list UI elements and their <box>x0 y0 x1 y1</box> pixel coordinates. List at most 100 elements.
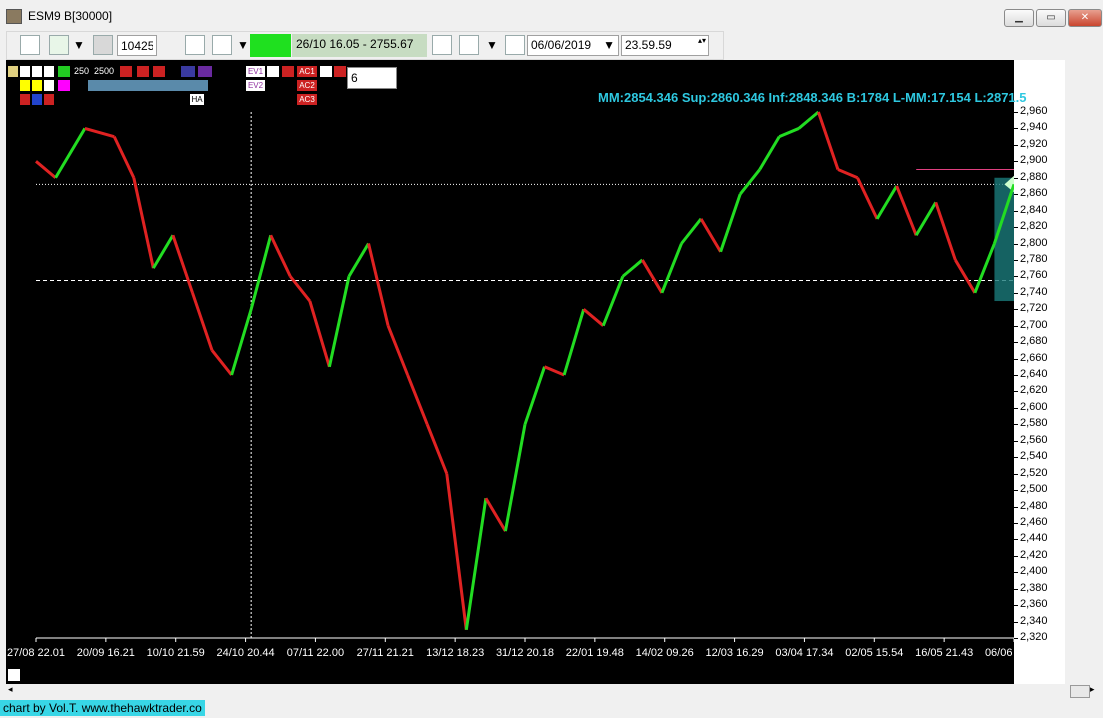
price-segment <box>837 168 859 180</box>
ev-toggle[interactable] <box>267 66 279 77</box>
price-tick-mark <box>1014 259 1018 261</box>
ev2-button[interactable]: EV2 <box>246 80 265 91</box>
price-tick-mark <box>1014 522 1018 524</box>
ac2-button[interactable]: AC2 <box>297 80 317 91</box>
price-tick-label: 2,780 <box>1020 252 1048 265</box>
app-window: ESM9 B[30000] ▁ ▭ ✕ ▼ ▼ 26/10 16.05 - 27… <box>0 0 1103 718</box>
price-info: 26/10 16.05 - 2755.67 <box>292 34 427 57</box>
scroll-thumb[interactable] <box>1070 685 1090 698</box>
price-segment <box>523 366 546 425</box>
price-tick-mark <box>1014 407 1018 409</box>
ac-close-icon[interactable] <box>334 66 346 77</box>
close-button[interactable]: ✕ <box>1068 9 1102 27</box>
price-segment <box>719 193 742 253</box>
color-swatch[interactable] <box>32 80 42 91</box>
price-tick-label: 2,540 <box>1020 450 1048 463</box>
maximize-button[interactable]: ▭ <box>1036 9 1066 27</box>
settings-gear-icon[interactable] <box>212 35 232 55</box>
tool-icon[interactable] <box>8 66 18 77</box>
indicator-icon[interactable] <box>185 35 205 55</box>
chart-type-icon[interactable] <box>49 35 69 55</box>
x-tick-label: 16/05 21.43 <box>915 647 973 659</box>
vsi-icon[interactable] <box>181 66 195 77</box>
price-tick-mark <box>1014 276 1018 278</box>
minimize-button[interactable]: ▁ <box>1004 9 1034 27</box>
price-tick-mark <box>1014 227 1018 229</box>
ac-toggle[interactable] <box>320 66 332 77</box>
draw-line-icon[interactable] <box>32 66 42 77</box>
price-tick-label: 2,460 <box>1020 515 1048 528</box>
play-icon[interactable] <box>505 35 525 55</box>
x-tick-label: 07/11 22.00 <box>287 647 344 659</box>
chevron-down-icon[interactable]: ▼ <box>73 38 85 59</box>
chevron-down-icon[interactable]: ▼ <box>237 38 249 59</box>
lock-icon[interactable] <box>8 669 20 681</box>
price-segment <box>386 325 410 376</box>
price-tick-mark <box>1014 161 1018 163</box>
status-indicator <box>250 34 291 57</box>
color-swatch[interactable] <box>44 80 54 91</box>
em-icon[interactable] <box>20 94 30 105</box>
bc-icon[interactable] <box>120 66 132 77</box>
scroll-left-icon[interactable]: ◂ <box>8 684 13 695</box>
price-chart[interactable]: 27/08 22.01 20/09 16.21 10/10 21.59 24/10 2… <box>6 60 1065 684</box>
ev-close-icon[interactable] <box>282 66 294 77</box>
color-swatch[interactable] <box>58 80 70 91</box>
all-icon[interactable] <box>198 66 212 77</box>
ac3-button[interactable]: AC3 <box>297 94 317 105</box>
period-input[interactable] <box>347 67 397 89</box>
price-tick-label: 2,680 <box>1020 335 1048 348</box>
indicator-toolbar[interactable] <box>88 80 208 91</box>
color-swatch[interactable] <box>32 94 42 105</box>
price-tick-label: 2,960 <box>1020 105 1048 117</box>
rs-icon[interactable] <box>137 66 149 77</box>
price-tick-mark <box>1014 128 1018 130</box>
draw-line-icon[interactable] <box>44 66 54 77</box>
style-icon[interactable] <box>459 35 479 55</box>
x-tick-label: 24/10 20.44 <box>217 647 275 659</box>
save-disk-icon[interactable] <box>20 35 40 55</box>
price-tick-mark <box>1014 194 1018 196</box>
horizontal-scrollbar[interactable]: ◂ ▸ <box>6 684 1097 698</box>
ev1-button[interactable]: EV1 <box>246 66 265 77</box>
price-tick-label: 2,880 <box>1020 170 1048 183</box>
x-tick-label: 20/09 16.21 <box>77 647 135 659</box>
price-tick-mark <box>1014 506 1018 508</box>
price-tick-label: 2,900 <box>1020 154 1048 167</box>
price-tick-label: 2,700 <box>1020 318 1048 331</box>
price-tick-mark <box>1014 621 1018 623</box>
price-segment <box>347 242 370 278</box>
ac1-button[interactable]: AC1 <box>297 66 317 77</box>
time-input[interactable]: 23.59.59 ▴▾ <box>621 35 709 56</box>
price-tick-label: 2,620 <box>1020 384 1048 397</box>
date-picker[interactable]: 06/06/2019 ▼ <box>527 35 619 56</box>
x-tick-label: 14/02 09.26 <box>636 647 694 659</box>
price-tick-mark <box>1014 588 1018 590</box>
chart-area[interactable]: 27/08 22.01 20/09 16.21 10/10 21.59 24/10 2… <box>6 60 1065 684</box>
ha-button[interactable]: HA <box>190 94 204 105</box>
spin-icon[interactable]: ▴▾ <box>698 36 706 45</box>
price-tick-mark <box>1014 605 1018 607</box>
scroll-right-icon[interactable]: ▸ <box>1090 684 1095 695</box>
bars-count-input[interactable] <box>117 35 157 56</box>
price-segment <box>660 242 683 294</box>
x-tick-label: 10/10 21.59 <box>147 647 205 659</box>
price-tick-label: 2,480 <box>1020 499 1048 512</box>
color-icon[interactable] <box>58 66 70 77</box>
draw-line-icon[interactable] <box>20 66 30 77</box>
chevron-down-icon[interactable]: ▼ <box>486 38 498 59</box>
price-tick-label: 2,340 <box>1020 614 1048 627</box>
calculator-icon[interactable] <box>93 35 113 55</box>
price-segment <box>112 136 136 179</box>
x-tick-label: 22/01 19.48 <box>566 647 624 659</box>
sp-icon[interactable] <box>44 94 54 105</box>
title-bar: ESM9 B[30000] ▁ ▭ ✕ <box>0 0 1103 32</box>
price-tick-mark <box>1014 309 1018 311</box>
price-tick-mark <box>1014 539 1018 541</box>
price-segment <box>934 201 957 261</box>
color-swatch[interactable] <box>20 80 30 91</box>
price-segment <box>445 473 468 630</box>
bb-icon[interactable] <box>153 66 165 77</box>
save-template-icon[interactable] <box>432 35 452 55</box>
price-segment <box>797 110 820 130</box>
